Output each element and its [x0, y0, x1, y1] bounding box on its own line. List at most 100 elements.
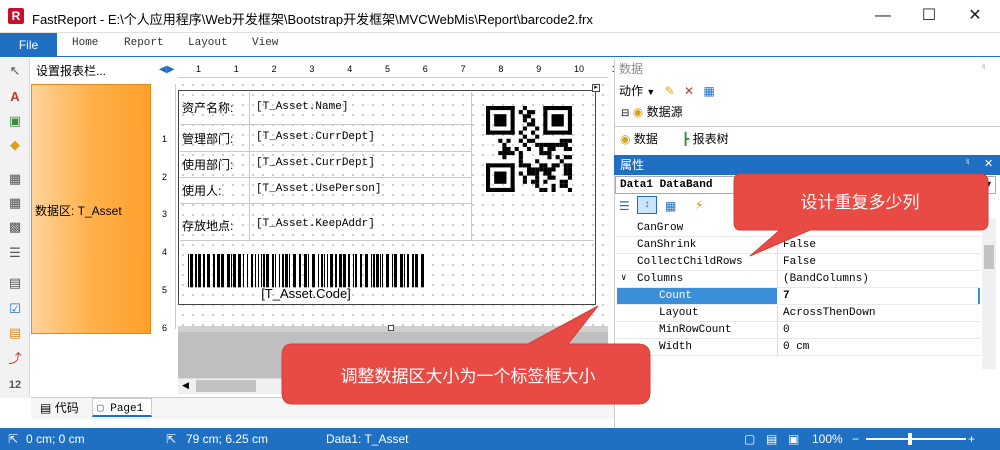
- horizontal-scroll-thumb[interactable]: [196, 380, 256, 392]
- pin-icon[interactable]: ♮: [982, 62, 986, 73]
- label-user[interactable]: 使用人:: [182, 182, 221, 199]
- digital-signature-icon[interactable]: 12: [6, 376, 24, 394]
- ruler-tick: 6: [422, 64, 428, 74]
- tab-data-label: 数据: [633, 132, 658, 146]
- chart-icon[interactable]: ▤: [6, 324, 24, 342]
- checkbox-icon[interactable]: ☑: [6, 300, 24, 318]
- delete-icon[interactable]: ✕: [684, 84, 694, 98]
- tab-layout[interactable]: Layout: [188, 37, 228, 49]
- ruler-tick: 6: [162, 322, 168, 333]
- row-divider: [180, 203, 472, 204]
- tab-home[interactable]: Home: [72, 37, 98, 49]
- edit-icon[interactable]: ✎: [665, 84, 675, 98]
- ruler-tick: 2: [162, 171, 168, 182]
- field-location[interactable]: [T_Asset.KeepAddr]: [256, 218, 375, 230]
- minimize-button[interactable]: —: [860, 0, 906, 32]
- close-panel-icon[interactable]: ✕: [984, 157, 993, 170]
- zoom-page-icon[interactable]: ▢: [744, 432, 755, 446]
- field-use-dept[interactable]: [T_Asset.CurrDept]: [256, 157, 375, 169]
- ruler-tick: 3: [162, 209, 168, 220]
- ruler-tick: 7: [460, 64, 466, 74]
- prop-name: CollectChildRows: [637, 256, 743, 268]
- label-asset-name[interactable]: 资产名称:: [182, 99, 233, 116]
- ruler-tick: 5: [162, 285, 168, 295]
- sparkline-icon[interactable]: ⤴: [6, 350, 24, 368]
- tab-view[interactable]: View: [252, 37, 278, 49]
- callout-bottom: 调整数据区大小为一个标签框大小: [340, 367, 596, 386]
- barcode-icon[interactable]: ☰: [6, 244, 24, 262]
- tab-code[interactable]: ▤ 代码: [40, 399, 79, 416]
- ruler-tick: 4: [162, 247, 168, 258]
- prop-value[interactable]: 0 cm: [783, 341, 809, 353]
- zoom-width-icon[interactable]: ▤: [766, 432, 777, 446]
- picture-icon[interactable]: ▣: [6, 112, 24, 130]
- data-panel-tabs: [614, 126, 1000, 150]
- tab-report[interactable]: Report: [124, 37, 164, 49]
- prop-name: Columns: [637, 273, 684, 285]
- zoom-slider[interactable]: [866, 438, 966, 440]
- band-menu-icon[interactable]: ▸: [592, 84, 600, 92]
- ruler-tick: 1: [162, 133, 168, 144]
- prop-row-selected[interactable]: Count 7: [617, 288, 980, 305]
- ruler-toggle-icon[interactable]: ◀▶: [159, 64, 174, 75]
- zoom-out-icon[interactable]: −: [852, 432, 859, 446]
- status-bar: [0, 428, 1000, 450]
- label-manage-dept[interactable]: 管理部门:: [182, 130, 233, 147]
- shape-icon[interactable]: ◆: [6, 136, 24, 154]
- row-divider: [180, 177, 472, 178]
- chevron-down-icon[interactable]: ▼: [646, 87, 655, 97]
- matrix-icon[interactable]: ▩: [6, 218, 24, 236]
- ruler-tick: 2: [271, 64, 277, 74]
- tab-data[interactable]: ◉ 数据: [620, 130, 658, 147]
- database-icon: ◉: [632, 105, 644, 119]
- maximize-button[interactable]: ☐: [906, 0, 952, 32]
- configure-bands-button[interactable]: 设置报表栏...: [31, 60, 153, 82]
- tab-report-tree[interactable]: ┣ 报表树: [682, 130, 729, 147]
- tab-report-tree-label: 报表树: [692, 132, 729, 146]
- categorized-icon[interactable]: ☰: [619, 199, 630, 213]
- text-object-icon[interactable]: A: [6, 88, 24, 106]
- events-icon[interactable]: ⚡: [695, 198, 703, 212]
- prop-value[interactable]: AcrossThenDown: [783, 307, 875, 319]
- prop-name: Layout: [659, 307, 699, 319]
- close-button[interactable]: ✕: [952, 0, 998, 32]
- ruler-tick: 4: [347, 64, 353, 74]
- chevron-down-icon[interactable]: ∨: [621, 273, 626, 283]
- tab-file[interactable]: File: [0, 33, 57, 57]
- rich-text-icon[interactable]: ▤: [6, 274, 24, 292]
- prop-row[interactable]: Layout AcrossThenDown: [617, 305, 980, 322]
- tab-code-label: 代码: [54, 401, 79, 415]
- tree-root-label[interactable]: 数据源: [647, 105, 683, 119]
- scroll-left-icon[interactable]: ◀: [182, 380, 189, 391]
- tab-page1[interactable]: ▢ Page1: [92, 398, 152, 417]
- prop-name: CanShrink: [637, 239, 697, 251]
- sort-alpha-icon[interactable]: ↕: [637, 196, 657, 214]
- zoom-slider-thumb[interactable]: [908, 433, 912, 445]
- tree-collapse-icon[interactable]: ⊟: [621, 108, 629, 119]
- subreport-icon[interactable]: ▦: [6, 170, 24, 188]
- prop-row[interactable]: Width 0 cm: [617, 339, 980, 356]
- pin-icon[interactable]: ♮: [966, 157, 970, 168]
- label-location[interactable]: 存放地点:: [182, 217, 233, 234]
- tab-page1-label: Page1: [110, 403, 144, 415]
- callout-top-shape: [733, 173, 989, 257]
- datasource-icon[interactable]: ▦: [703, 84, 714, 98]
- row-divider: [180, 151, 472, 152]
- prop-value[interactable]: 0: [783, 324, 790, 336]
- qr-code-object[interactable]: [486, 106, 572, 192]
- tree-icon: ┣: [682, 132, 690, 146]
- pointer-icon[interactable]: ↖: [6, 62, 24, 80]
- zoom-fit-icon[interactable]: ▣: [788, 432, 799, 446]
- prop-value[interactable]: 7: [778, 288, 978, 304]
- field-manage-dept[interactable]: [T_Asset.CurrDept]: [256, 131, 375, 143]
- field-asset-name[interactable]: [T_Asset.Name]: [256, 101, 348, 113]
- actions-dropdown[interactable]: 动作: [619, 84, 643, 98]
- label-use-dept[interactable]: 使用部门:: [182, 156, 233, 173]
- callout-top: 设计重复多少列: [800, 193, 920, 212]
- zoom-in-icon[interactable]: +: [968, 432, 975, 446]
- properties-toolbar: ☰ ↕ ▦ ⚡: [615, 195, 735, 217]
- field-user[interactable]: [T_Asset.UsePerson]: [256, 183, 381, 195]
- prop-row[interactable]: MinRowCount 0: [617, 322, 980, 339]
- properties-icon[interactable]: ▦: [665, 199, 676, 213]
- table-icon[interactable]: ▦: [6, 194, 24, 212]
